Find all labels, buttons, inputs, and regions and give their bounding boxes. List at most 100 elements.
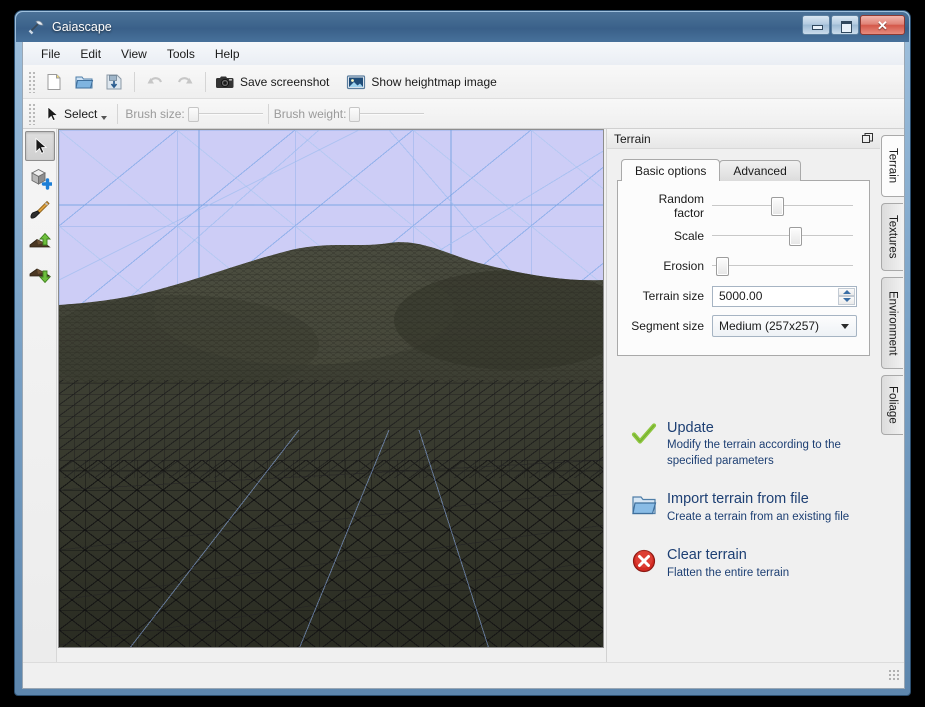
tool-select[interactable] (24, 131, 55, 161)
random-factor-row: Random factor (626, 192, 857, 220)
tab-advanced[interactable]: Advanced (719, 160, 801, 181)
save-button[interactable] (100, 69, 128, 95)
minimize-icon (811, 21, 823, 30)
toolbar-grip[interactable] (27, 102, 36, 125)
update-action-desc: Modify the terrain according to the spec… (667, 439, 841, 467)
toolbar-separator (205, 71, 206, 92)
status-bar (23, 662, 904, 688)
sidetab-environment[interactable]: Environment (881, 277, 903, 369)
random-factor-label: Random factor (658, 192, 704, 220)
maximize-button[interactable] (831, 15, 859, 35)
import-terrain-action-desc: Create a terrain from an existing file (667, 510, 850, 523)
scale-row: Scale (626, 223, 857, 249)
undock-icon[interactable] (859, 131, 875, 146)
slider-knob[interactable] (716, 257, 730, 276)
terrain-size-label: Terrain size (642, 289, 704, 303)
terrain-size-input[interactable] (713, 286, 856, 306)
spin-arrows (838, 287, 855, 305)
select-mode-button[interactable]: Select (39, 101, 112, 127)
terrain-size-row: Terrain size (626, 283, 857, 309)
slider-knob[interactable] (187, 106, 199, 122)
segment-size-combobox[interactable]: Medium (257x257) (712, 315, 857, 337)
slider-knob[interactable] (349, 106, 361, 122)
add-cube-icon (28, 166, 52, 190)
lower-terrain-icon (28, 262, 52, 286)
cursor-arrow-icon (29, 135, 51, 157)
toolbar-separator (267, 103, 269, 124)
save-screenshot-label: Save screenshot (240, 74, 330, 89)
terrain-size-spinbox[interactable] (712, 285, 857, 307)
terrain-panel: Terrain Basic options Advanced Random fa… (606, 129, 880, 662)
erosion-slider[interactable] (712, 255, 857, 277)
clear-terrain-action[interactable]: Clear terrain Flatten the entire terrain (631, 546, 870, 581)
chevron-down-icon[interactable] (101, 115, 108, 120)
clear-terrain-action-desc: Flatten the entire terrain (667, 566, 790, 579)
slider-track (712, 235, 853, 237)
clear-terrain-action-title: Clear terrain (667, 546, 747, 563)
sidetab-textures[interactable]: Textures (881, 203, 903, 271)
new-button[interactable] (40, 69, 68, 95)
slider-track (187, 112, 263, 115)
save-screenshot-button[interactable]: Save screenshot (211, 69, 342, 95)
toolbar-separator (117, 103, 119, 124)
scale-label: Scale (673, 229, 704, 243)
tool-raise[interactable] (25, 227, 55, 257)
import-terrain-action[interactable]: Import terrain from file Create a terrai… (631, 490, 870, 525)
camera-icon (214, 72, 236, 92)
tools-toolbar: Select Brush size: Brush weight: (23, 99, 904, 129)
cursor-arrow-icon (42, 104, 62, 124)
sidetab-foliage[interactable]: Foliage (881, 375, 903, 435)
main-toolbar: Save screenshot Show heightmap image (23, 65, 904, 99)
save-icon (104, 72, 124, 92)
open-folder-icon (74, 72, 94, 92)
brush-weight-label: Brush weight: (273, 106, 347, 121)
brush-size-slider[interactable] (187, 105, 263, 123)
open-button[interactable] (70, 69, 98, 95)
show-heightmap-label: Show heightmap image (371, 74, 497, 89)
menu-help[interactable]: Help (205, 44, 250, 64)
sidetab-terrain[interactable]: Terrain (880, 135, 904, 197)
slider-track (712, 265, 853, 267)
menu-edit[interactable]: Edit (70, 44, 111, 64)
update-action-title: Update (667, 419, 714, 436)
tool-lower[interactable] (25, 259, 55, 289)
title-bar[interactable]: Gaiascape ✕ (16, 12, 909, 42)
pickaxe-icon (27, 18, 45, 36)
terrain-3d-viewport[interactable] (58, 129, 604, 648)
resize-grip[interactable] (888, 669, 901, 682)
maximize-icon (840, 20, 852, 33)
tool-add-object[interactable] (25, 163, 55, 193)
open-folder-icon (631, 492, 657, 518)
panel-tabstrip: Basic options Advanced (621, 159, 870, 181)
slider-knob[interactable] (771, 197, 785, 216)
redo-button[interactable] (171, 69, 199, 95)
import-terrain-action-title: Import terrain from file (667, 490, 809, 507)
spin-down-button[interactable] (838, 296, 855, 305)
menu-view[interactable]: View (111, 44, 157, 64)
tool-paint[interactable] (25, 195, 55, 225)
menu-tools[interactable]: Tools (157, 44, 205, 64)
slider-knob[interactable] (788, 227, 802, 246)
menu-file[interactable]: File (31, 44, 70, 64)
triangle-down-icon (842, 298, 851, 303)
undo-button[interactable] (141, 69, 169, 95)
show-heightmap-button[interactable]: Show heightmap image (342, 69, 509, 95)
erosion-row: Erosion (626, 253, 857, 279)
brush-weight-slider[interactable] (349, 105, 425, 123)
action-list: Update Modify the terrain according to t… (617, 419, 870, 663)
segment-size-value: Medium (257x257) (719, 319, 820, 333)
image-icon (345, 72, 367, 92)
close-button[interactable]: ✕ (860, 15, 905, 35)
spin-up-button[interactable] (838, 287, 855, 296)
slider-track (349, 112, 425, 115)
paintbrush-icon (28, 198, 52, 222)
random-factor-slider[interactable] (712, 195, 857, 217)
update-action[interactable]: Update Modify the terrain according to t… (631, 419, 870, 469)
basic-options-page: Random factor Scale Erosion Terrain size… (617, 180, 870, 356)
tool-palette (23, 129, 57, 662)
scale-slider[interactable] (712, 225, 857, 247)
minimize-button[interactable] (802, 15, 830, 35)
tab-basic-options[interactable]: Basic options (621, 159, 721, 181)
raise-terrain-icon (28, 230, 52, 254)
toolbar-grip[interactable] (27, 70, 36, 93)
